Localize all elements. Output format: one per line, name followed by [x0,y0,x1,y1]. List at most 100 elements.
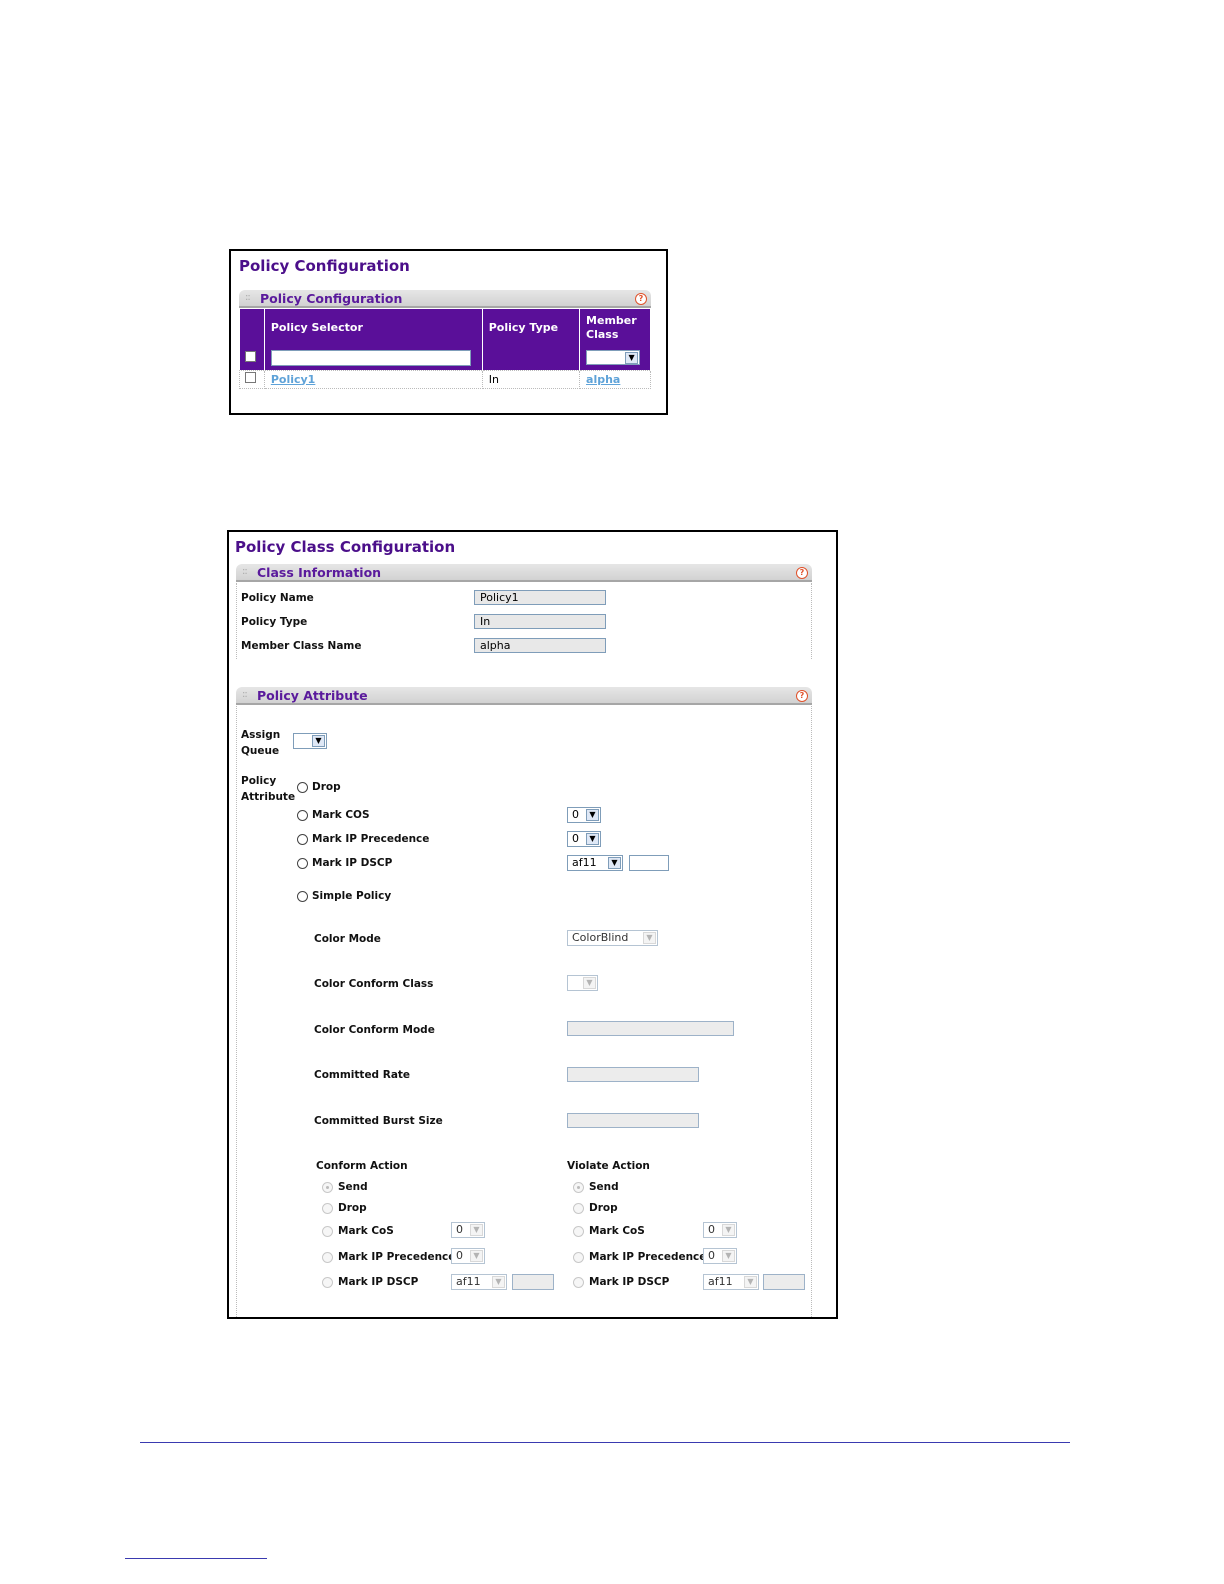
conform-mark-cos-select[interactable]: 0 ▼ [451,1222,485,1238]
mark-ip-dscp-input[interactable] [629,855,669,871]
conform-mark-cos-radio[interactable] [322,1226,333,1237]
policy-class-configuration-panel: Policy Class Configuration :: Class Info… [227,530,838,1319]
violate-send-radio[interactable] [573,1182,584,1193]
committed-rate-label: Committed Rate [314,1069,411,1081]
chevron-down-icon: ▼ [312,735,325,747]
chevron-down-icon: ▼ [492,1276,505,1288]
column-header-policy-selector: Policy Selector [264,309,483,346]
violate-mark-cos-label: Mark CoS [589,1225,645,1237]
simple-policy-label: Simple Policy [312,890,392,902]
color-conform-mode-label: Color Conform Mode [314,1024,435,1036]
violate-drop-radio[interactable] [573,1203,584,1214]
member-class-name-label: Member Class Name [241,640,362,652]
mark-ip-dscp-label: Mark IP DSCP [312,857,393,869]
mark-cos-radio[interactable] [297,810,308,821]
member-class-select[interactable]: ▼ [586,350,641,366]
color-conform-mode-field [567,1021,734,1036]
section-title: Class Information [257,565,382,580]
chevron-down-icon: ▼ [643,932,656,944]
conform-action-title: Conform Action [316,1160,408,1172]
assign-queue-label: Assign Queue [241,729,281,757]
chevron-down-icon: ▼ [470,1224,483,1236]
class-information-header: :: Class Information ? [236,564,812,582]
grip-icon: :: [242,689,248,700]
violate-mark-ip-precedence-select[interactable]: 0 ▼ [703,1248,737,1264]
mark-ip-dscp-radio[interactable] [297,858,308,869]
violate-mark-cos-radio[interactable] [573,1226,584,1237]
policy-selector-input[interactable] [270,349,471,366]
conform-mark-ip-precedence-label: Mark IP Precedence [338,1251,456,1263]
color-conform-class-select[interactable]: ▼ [567,975,598,991]
violate-mark-ip-precedence-radio[interactable] [573,1252,584,1263]
conform-mark-ip-dscp-radio[interactable] [322,1277,333,1288]
conform-mark-cos-label: Mark CoS [338,1225,394,1237]
help-icon[interactable]: ? [796,567,808,579]
member-class-name-field: alpha [474,638,606,653]
conform-mark-ip-dscp-label: Mark IP DSCP [338,1276,419,1288]
violate-mark-ip-precedence-label: Mark IP Precedence [589,1251,707,1263]
chevron-down-icon: ▼ [744,1276,757,1288]
policy-attribute-label: Policy Attribute [241,775,296,803]
conform-drop-radio[interactable] [322,1203,333,1214]
violate-send-label: Send [589,1181,619,1193]
chevron-down-icon: ▼ [608,857,621,869]
color-conform-class-label: Color Conform Class [314,978,434,990]
chevron-down-icon: ▼ [625,352,639,365]
mark-ip-precedence-radio[interactable] [297,834,308,845]
policy-type-value: In [488,372,499,386]
row-checkbox[interactable] [245,372,256,383]
policy-type-field: In [474,614,606,629]
conform-mark-ip-dscp-input[interactable] [512,1274,554,1290]
violate-mark-ip-dscp-select[interactable]: af11 ▼ [703,1274,759,1290]
policy-type-label: Policy Type [241,616,308,628]
policy-name-field: Policy1 [474,590,606,605]
violate-drop-label: Drop [589,1202,618,1214]
color-mode-select[interactable]: ColorBlind ▼ [567,930,658,946]
policy-name-label: Policy Name [241,592,314,604]
conform-drop-label: Drop [338,1202,367,1214]
violate-action-title: Violate Action [567,1160,650,1172]
violate-mark-ip-dscp-label: Mark IP DSCP [589,1276,670,1288]
conform-send-label: Send [338,1181,368,1193]
drop-radio[interactable] [297,782,308,793]
committed-burst-size-label: Committed Burst Size [314,1115,443,1127]
drop-label: Drop [312,781,341,793]
section-header: :: Policy Configuration ? [239,290,651,308]
page-title: Policy Class Configuration [235,538,456,556]
section-title: Policy Attribute [257,688,368,703]
conform-mark-ip-dscp-select[interactable]: af11 ▼ [451,1274,507,1290]
column-header-policy-type: Policy Type [482,309,581,346]
chevron-down-icon: ▼ [470,1250,483,1262]
footer-divider [140,1442,1070,1443]
select-column-header [239,309,265,346]
chevron-down-icon: ▼ [583,977,596,989]
new-row-checkbox[interactable] [244,350,256,362]
chevron-down-icon: ▼ [586,833,599,845]
violate-mark-cos-select[interactable]: 0 ▼ [703,1222,737,1238]
column-header-member-class: Member Class [579,309,651,346]
color-mode-label: Color Mode [314,933,381,945]
mark-ip-dscp-select[interactable]: af11 ▼ [567,855,623,871]
committed-burst-size-input[interactable] [567,1113,699,1128]
policy-table: Policy Selector Policy Type Member Class… [239,309,651,389]
mark-ip-precedence-select[interactable]: 0 ▼ [567,831,601,847]
chevron-down-icon: ▼ [722,1224,735,1236]
committed-rate-input[interactable] [567,1067,699,1082]
table-row: Policy1 In alpha [239,369,651,389]
member-class-link[interactable]: alpha [586,373,620,386]
help-icon[interactable]: ? [796,690,808,702]
assign-queue-select[interactable]: ▼ [293,733,327,749]
violate-mark-ip-dscp-radio[interactable] [573,1277,584,1288]
footer-short-rule [125,1558,267,1559]
chevron-down-icon: ▼ [586,809,599,821]
policy-link[interactable]: Policy1 [271,373,316,386]
simple-policy-radio[interactable] [297,891,308,902]
mark-cos-select[interactable]: 0 ▼ [567,807,601,823]
mark-ip-precedence-label: Mark IP Precedence [312,833,430,845]
mark-cos-label: Mark COS [312,809,370,821]
help-icon[interactable]: ? [635,293,647,305]
conform-mark-ip-precedence-radio[interactable] [322,1252,333,1263]
violate-mark-ip-dscp-input[interactable] [763,1274,805,1290]
conform-send-radio[interactable] [322,1182,333,1193]
conform-mark-ip-precedence-select[interactable]: 0 ▼ [451,1248,485,1264]
